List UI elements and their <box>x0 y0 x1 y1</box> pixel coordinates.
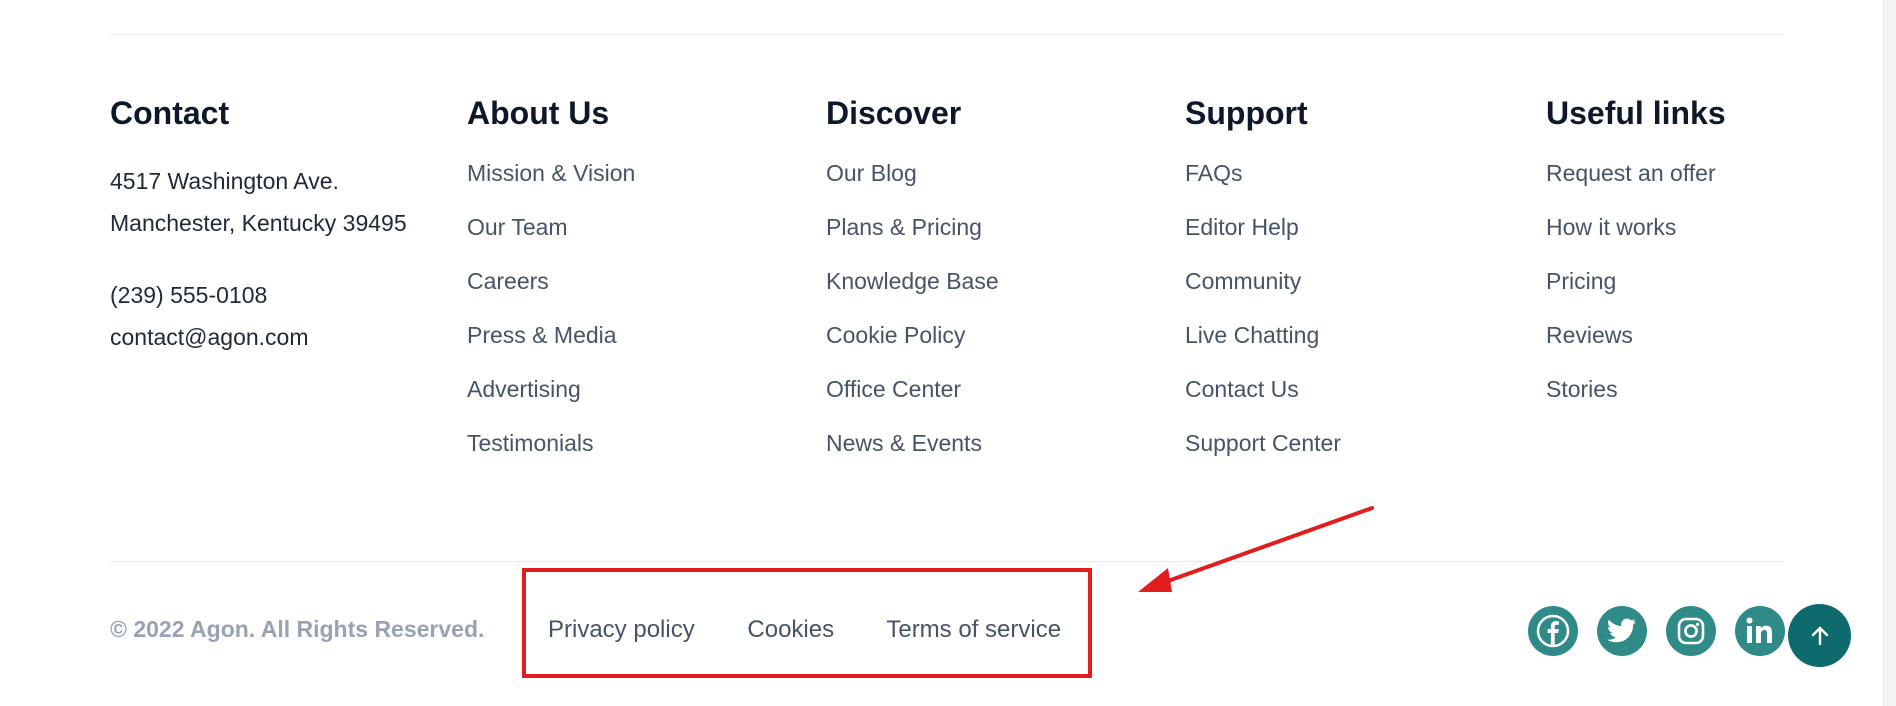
discover-link-news[interactable]: News & Events <box>826 430 999 457</box>
useful-link-reviews[interactable]: Reviews <box>1546 322 1726 349</box>
about-links: Mission & Vision Our Team Careers Press … <box>467 160 635 457</box>
support-link-community[interactable]: Community <box>1185 268 1341 295</box>
about-link-careers[interactable]: Careers <box>467 268 635 295</box>
address-line-2: Manchester, Kentucky 39495 <box>110 210 407 236</box>
page-scrollbar[interactable] <box>1883 0 1896 706</box>
linkedin-icon <box>1746 617 1772 643</box>
support-link-faqs[interactable]: FAQs <box>1185 160 1341 187</box>
support-link-contact[interactable]: Contact Us <box>1185 376 1341 403</box>
twitter-icon <box>1607 618 1636 643</box>
discover-link-pricing[interactable]: Plans & Pricing <box>826 214 999 241</box>
support-link-live-chat[interactable]: Live Chatting <box>1185 322 1341 349</box>
phone-number: (239) 555-0108 <box>110 282 268 308</box>
useful-link-pricing[interactable]: Pricing <box>1546 268 1726 295</box>
discover-link-office[interactable]: Office Center <box>826 376 999 403</box>
bottom-divider <box>110 561 1784 562</box>
discover-links: Our Blog Plans & Pricing Knowledge Base … <box>826 160 999 457</box>
footer-page: Contact 4517 Washington Ave. Manchester,… <box>0 0 1896 706</box>
support-link-editor-help[interactable]: Editor Help <box>1185 214 1341 241</box>
linkedin-button[interactable] <box>1735 606 1785 656</box>
top-divider <box>110 34 1784 35</box>
about-link-testimonials[interactable]: Testimonials <box>467 430 635 457</box>
support-column: Support FAQs Editor Help Community Live … <box>1185 92 1341 484</box>
discover-link-cookie[interactable]: Cookie Policy <box>826 322 999 349</box>
discover-link-blog[interactable]: Our Blog <box>826 160 999 187</box>
about-column: About Us Mission & Vision Our Team Caree… <box>467 92 635 484</box>
useful-links-column: Useful links Request an offer How it wor… <box>1546 92 1726 430</box>
email-address[interactable]: contact@agon.com <box>110 316 407 358</box>
useful-links-heading: Useful links <box>1546 95 1726 131</box>
instagram-icon <box>1677 617 1705 645</box>
facebook-button[interactable] <box>1528 606 1578 656</box>
copyright-text: © 2022 Agon. All Rights Reserved. <box>110 616 485 642</box>
discover-heading: Discover <box>826 95 962 131</box>
arrow-up-icon <box>1811 626 1828 645</box>
discover-column: Discover Our Blog Plans & Pricing Knowle… <box>826 92 999 484</box>
instagram-button[interactable] <box>1666 606 1716 656</box>
useful-links: Request an offer How it works Pricing Re… <box>1546 160 1726 403</box>
address-line-1: 4517 Washington Ave. <box>110 168 339 194</box>
useful-link-stories[interactable]: Stories <box>1546 376 1726 403</box>
contact-details: 4517 Washington Ave. Manchester, Kentuck… <box>110 160 407 358</box>
twitter-button[interactable] <box>1597 606 1647 656</box>
contact-column: Contact 4517 Washington Ave. Manchester,… <box>110 92 407 358</box>
support-heading: Support <box>1185 95 1308 131</box>
about-link-press[interactable]: Press & Media <box>467 322 635 349</box>
scroll-to-top-button[interactable] <box>1788 604 1851 667</box>
useful-link-offer[interactable]: Request an offer <box>1546 160 1726 187</box>
about-heading: About Us <box>467 95 610 131</box>
footer-columns: Contact 4517 Washington Ave. Manchester,… <box>110 92 1784 492</box>
about-link-mission[interactable]: Mission & Vision <box>467 160 635 187</box>
about-link-advertising[interactable]: Advertising <box>467 376 635 403</box>
useful-link-how-it-works[interactable]: How it works <box>1546 214 1726 241</box>
annotation-highlight-box <box>522 568 1092 678</box>
support-link-center[interactable]: Support Center <box>1185 430 1341 457</box>
support-links: FAQs Editor Help Community Live Chatting… <box>1185 160 1341 457</box>
discover-link-knowledge[interactable]: Knowledge Base <box>826 268 999 295</box>
contact-spacer <box>110 244 407 274</box>
annotation-arrow <box>1138 506 1374 592</box>
facebook-icon <box>1536 614 1570 648</box>
about-link-team[interactable]: Our Team <box>467 214 635 241</box>
contact-heading: Contact <box>110 95 230 131</box>
